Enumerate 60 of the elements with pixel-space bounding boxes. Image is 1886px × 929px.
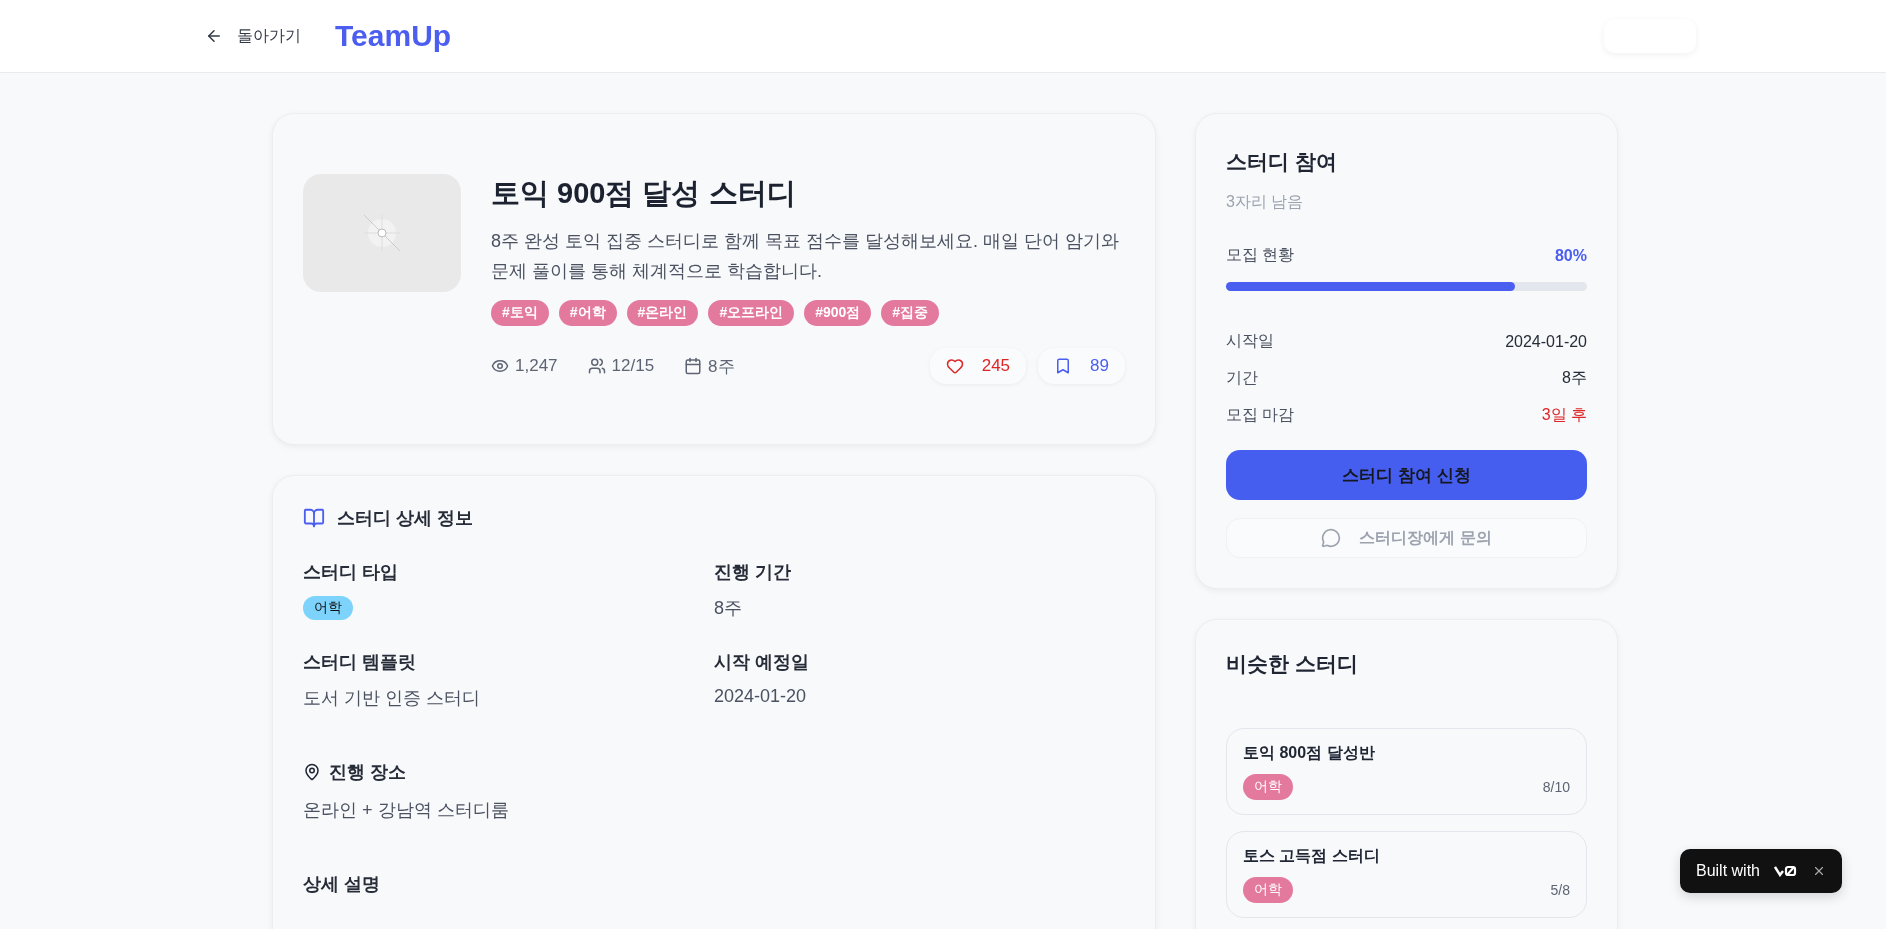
info-label: 모집 마감 xyxy=(1226,405,1295,425)
section-title: 스터디 상세 정보 xyxy=(337,507,473,530)
field-label: 상세 설명 xyxy=(303,873,381,896)
field-label: 스터디 템플릿 xyxy=(303,651,417,674)
field-label: 진행 장소 xyxy=(329,761,406,784)
tag[interactable]: #어학 xyxy=(558,300,617,326)
book-icon xyxy=(303,507,325,529)
card-title: 비슷한 스터디 xyxy=(1226,651,1359,677)
tag[interactable]: #오프라인 xyxy=(708,300,795,326)
bookmark-button[interactable]: 89 xyxy=(1038,348,1125,384)
field-label: 진행 기간 xyxy=(714,561,792,584)
info-value: 2024-01-20 xyxy=(1505,332,1587,351)
category-tag: 어학 xyxy=(1243,774,1293,800)
info-label: 기간 xyxy=(1226,368,1258,388)
similar-study-card[interactable]: 토익 800점 달성반 어학 8/10 xyxy=(1226,728,1587,815)
tag[interactable]: #토익 xyxy=(491,300,549,326)
apply-button[interactable]: 스터디 참여 신청 xyxy=(1226,450,1587,500)
map-pin-icon xyxy=(303,763,321,781)
member-count: 5/8 xyxy=(1550,882,1570,898)
like-button[interactable]: 245 xyxy=(929,348,1027,384)
tag[interactable]: #집중 xyxy=(881,300,940,326)
users-icon xyxy=(587,357,606,375)
calendar-icon xyxy=(684,357,703,375)
tag[interactable]: #온라인 xyxy=(626,300,699,326)
message-icon xyxy=(1321,528,1342,548)
v0-logo-icon xyxy=(1774,865,1798,877)
back-link[interactable]: 돌아가기 xyxy=(205,25,301,47)
category-tag: 어학 xyxy=(1243,877,1293,903)
remaining-seats: 3자리 남음 xyxy=(1226,192,1587,213)
stat-value: 12/15 xyxy=(611,356,655,376)
built-with-badge[interactable]: Built with xyxy=(1679,849,1842,893)
progress-label: 모집 현황 xyxy=(1226,245,1295,265)
field-value: 2024-01-20 xyxy=(714,686,808,707)
similar-study-card[interactable]: 토스 고득점 스터디 어학 5/8 xyxy=(1226,831,1587,918)
similar-study-title: 토익 800점 달성반 xyxy=(1243,743,1376,763)
eye-icon xyxy=(491,357,509,375)
close-button[interactable] xyxy=(1812,864,1826,878)
field-value: 도서 기반 인증 스터디 xyxy=(303,687,481,710)
study-title: 토익 900점 달성 스터디 xyxy=(491,176,797,211)
field-label: 스터디 타입 xyxy=(303,561,399,584)
stat-value: 1,247 xyxy=(515,356,558,376)
study-description: 8주 완성 토익 집중 스터디로 함께 목표 점수를 달성해보세요. 매일 단어 암기와 문제 풀이를 통해 체계적으로 학습합니다. xyxy=(491,230,1121,283)
card-title: 스터디 참여 xyxy=(1226,149,1338,175)
field-label: 시작 예정일 xyxy=(714,651,810,674)
logo[interactable]: TeamUp xyxy=(335,19,452,53)
info-value: 3일 후 xyxy=(1541,405,1587,425)
field-value: 온라인 + 강남역 스터디룸 xyxy=(303,799,510,822)
contact-button[interactable]: 스터디장에게 문의 xyxy=(1226,518,1587,558)
badge-text: Built with xyxy=(1695,862,1760,880)
similar-study-title: 토스 고득점 스터디 xyxy=(1243,846,1381,866)
tag[interactable]: #900점 xyxy=(804,300,872,326)
progress-percent: 80% xyxy=(1554,246,1587,265)
back-label: 돌아가기 xyxy=(237,25,301,46)
member-count: 8/10 xyxy=(1542,779,1570,795)
info-value: 8주 xyxy=(1562,368,1587,388)
heart-icon xyxy=(945,357,964,375)
info-label: 시작일 xyxy=(1226,331,1274,351)
stat-value: 8주 xyxy=(708,355,735,378)
field-value: 8주 xyxy=(714,597,743,620)
type-badge: 어학 xyxy=(303,596,353,620)
